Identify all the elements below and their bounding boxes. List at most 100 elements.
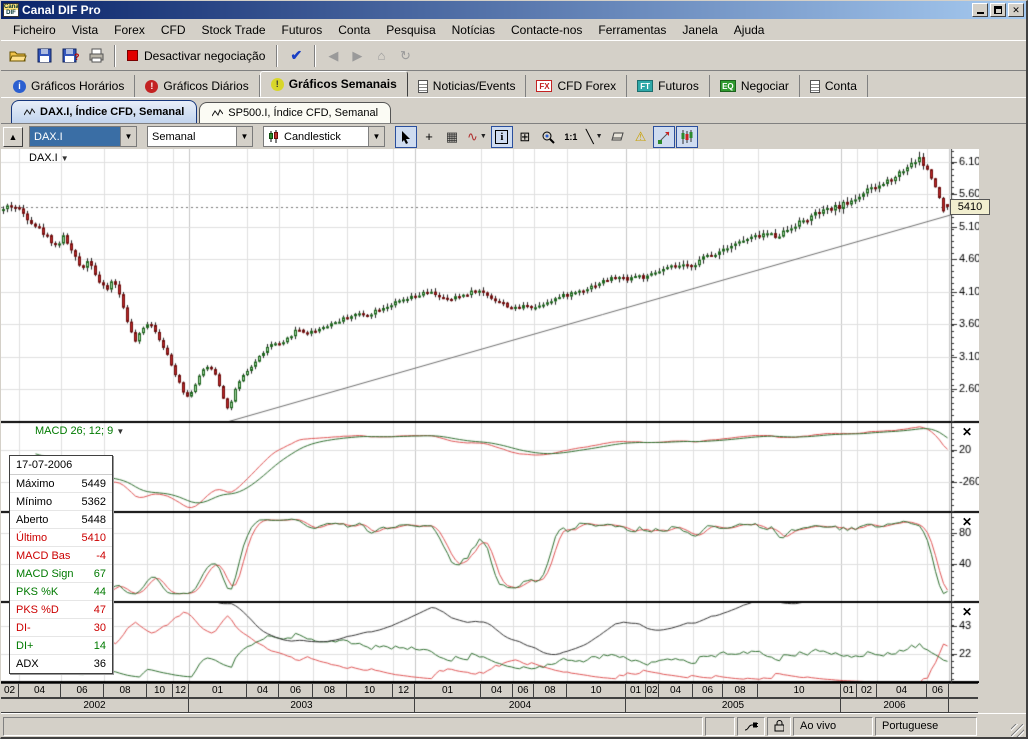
year-cell[interactable]: 2003 (188, 698, 415, 713)
cursor-tool[interactable] (395, 126, 417, 148)
symbol-combo[interactable]: DAX.I ▼ (29, 126, 137, 147)
home-button[interactable]: ⌂ (369, 48, 393, 63)
menu-item-futuros[interactable]: Futuros (274, 20, 331, 40)
menu-item-forex[interactable]: Forex (106, 20, 153, 40)
close-adx-pane-icon[interactable]: ✕ (960, 606, 974, 620)
chart-tab-sp500-i[interactable]: SP500.I, Índice CFD, Semanal (199, 102, 391, 123)
save-button[interactable] (31, 44, 57, 68)
menu-item-contacte-nos[interactable]: Contacte-nos (503, 20, 590, 40)
month-cell[interactable]: 02 (856, 683, 877, 698)
grid-tool[interactable]: ▦ (441, 126, 463, 148)
month-cell[interactable]: 08 (722, 683, 758, 698)
menu-item-conta[interactable]: Conta (330, 20, 378, 40)
chevron-down-icon[interactable]: ▼ (120, 127, 136, 146)
chart-tab-dax-i[interactable]: DAX.I, Índice CFD, Semanal (11, 100, 197, 123)
month-cell[interactable]: 12 (392, 683, 415, 698)
month-cell[interactable]: 06 (926, 683, 949, 698)
menu-item-ajuda[interactable]: Ajuda (726, 20, 773, 40)
print-button[interactable] (83, 44, 109, 68)
period-combo[interactable]: Semanal ▼ (147, 126, 253, 147)
month-cell[interactable]: 04 (480, 683, 513, 698)
magnifier-icon (541, 130, 555, 144)
scroll-up-button[interactable]: ▲ (3, 127, 23, 147)
month-cell[interactable]: 06 (512, 683, 534, 698)
one-to-one-tool[interactable]: 1:1 (560, 126, 582, 148)
close-macd-pane-icon[interactable]: ✕ (960, 426, 974, 440)
language-status[interactable]: Portuguese (875, 717, 977, 736)
month-cell[interactable]: 01 (414, 683, 481, 698)
menu-item-ferramentas[interactable]: Ferramentas (590, 20, 674, 40)
back-button[interactable]: ◀ (321, 48, 345, 64)
color-candles-tool[interactable] (676, 126, 698, 148)
month-cell[interactable]: 10 (757, 683, 841, 698)
tab-cfd-forex[interactable]: FXCFD Forex (526, 75, 627, 97)
crosshair-tool[interactable]: + (418, 126, 440, 148)
month-cell[interactable]: 02 (0, 683, 19, 698)
year-cell[interactable]: 2006 (840, 698, 949, 713)
macd-indicator-label[interactable]: MACD 26; 12; 9 ▼ (35, 425, 124, 437)
info-tool[interactable]: i (491, 126, 513, 148)
minimize-button[interactable] (972, 3, 988, 17)
confirm-check-button[interactable]: ✔ (283, 47, 309, 64)
window-title: Canal DIF Pro (22, 3, 970, 17)
month-cell[interactable]: 06 (60, 683, 104, 698)
chevron-down-icon[interactable]: ▼ (368, 127, 384, 146)
forward-button[interactable]: ▶ (345, 48, 369, 64)
month-cell[interactable]: 06 (692, 683, 723, 698)
menu-item-janela[interactable]: Janela (674, 20, 725, 40)
menu-item-stock-trade[interactable]: Stock Trade (194, 20, 274, 40)
menu-item-vista[interactable]: Vista (64, 20, 106, 40)
menu-item-cfd[interactable]: CFD (153, 20, 194, 40)
chart-canvas[interactable] (1, 149, 979, 683)
chart-symbol-label[interactable]: DAX.I ▼ (29, 152, 69, 164)
month-cell[interactable]: 04 (18, 683, 61, 698)
line-tool[interactable]: ╲▼ (583, 126, 606, 148)
month-cell[interactable]: 06 (278, 683, 313, 698)
indicator-wave-tool[interactable]: ∿▼ (464, 126, 490, 148)
month-cell[interactable]: 04 (658, 683, 693, 698)
month-cell[interactable]: 08 (312, 683, 347, 698)
month-cell[interactable]: 08 (533, 683, 567, 698)
alert-tool[interactable]: ⚠ (630, 126, 652, 148)
add-pane-tool[interactable]: ⊞ (514, 126, 536, 148)
month-cell[interactable]: 08 (103, 683, 147, 698)
tab-futuros[interactable]: FTFuturos (627, 75, 710, 97)
eraser-tool[interactable] (607, 126, 629, 148)
month-cell[interactable]: 04 (876, 683, 927, 698)
month-cell[interactable]: 01 (625, 683, 646, 698)
year-cell[interactable]: 2005 (625, 698, 841, 713)
tab-gr-ficos-di-rios[interactable]: !Gráficos Diários (135, 75, 259, 97)
year-cell[interactable]: 2004 (414, 698, 626, 713)
close-stoch-pane-icon[interactable]: ✕ (960, 516, 974, 530)
chart-type-combo[interactable]: Candlestick ▼ (263, 126, 385, 147)
tooltip-label: Mínimo (16, 496, 52, 508)
month-cell[interactable]: 04 (246, 683, 279, 698)
save-as-button[interactable]: ? (57, 44, 83, 68)
close-button[interactable]: ✕ (1008, 3, 1024, 17)
refresh-button[interactable]: ↻ (393, 48, 417, 64)
menu-item-ficheiro[interactable]: Ficheiro (5, 20, 64, 40)
tab-conta[interactable]: Conta (800, 75, 868, 97)
zoom-tool[interactable] (537, 126, 559, 148)
month-cell[interactable]: 01 (188, 683, 247, 698)
range-zoom-tool[interactable] (653, 126, 675, 148)
month-cell[interactable]: 10 (146, 683, 173, 698)
year-cell[interactable]: 2002 (0, 698, 189, 713)
disable-trading-button[interactable]: Desactivar negociação (121, 44, 271, 68)
month-cell[interactable]: 02 (645, 683, 659, 698)
tab-gr-ficos-hor-rios[interactable]: iGráficos Horários (3, 75, 135, 97)
month-cell[interactable]: 12 (172, 683, 189, 698)
tab-noticias-events[interactable]: Noticias/Events (408, 75, 527, 97)
month-cell[interactable]: 10 (566, 683, 626, 698)
chevron-down-icon[interactable]: ▼ (236, 127, 252, 146)
chart-tab-label: DAX.I, Índice CFD, Semanal (40, 106, 184, 118)
restore-button[interactable] (990, 3, 1006, 17)
open-button[interactable] (5, 44, 31, 68)
menu-item-pesquisa[interactable]: Pesquisa (378, 20, 443, 40)
tab-negociar[interactable]: EQNegociar (710, 75, 800, 97)
month-cell[interactable]: 10 (346, 683, 393, 698)
month-cell[interactable]: 01 (840, 683, 857, 698)
tab-gr-ficos-semanais[interactable]: !Gráficos Semanais (260, 71, 408, 97)
resize-grip[interactable] (1011, 724, 1024, 737)
menu-item-not-cias[interactable]: Notícias (444, 20, 503, 40)
